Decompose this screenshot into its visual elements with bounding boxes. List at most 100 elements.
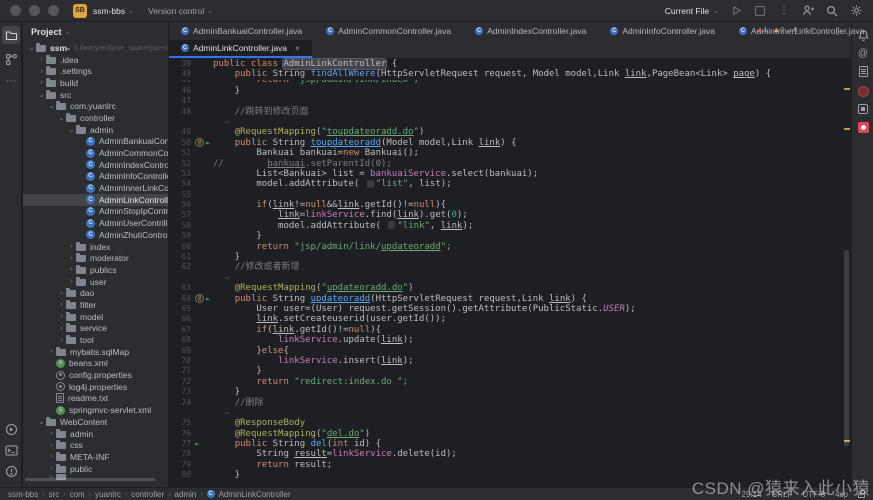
problems-toolwindow-icon[interactable]: [2, 462, 20, 480]
breadcrumb-item[interactable]: com: [70, 490, 85, 499]
tree-item-controller[interactable]: ⌄controller: [23, 112, 168, 124]
code-line[interactable]: 73 }: [169, 387, 851, 397]
request-mapping-gutter-icon[interactable]: @: [195, 138, 204, 147]
read-only-lock-icon[interactable]: [858, 493, 865, 498]
chevron-collapsed-icon[interactable]: ›: [57, 337, 66, 344]
tree-item-css[interactable]: ›css: [23, 439, 168, 451]
chevron-expanded-icon[interactable]: ⌄: [47, 102, 56, 110]
tree-item--idea[interactable]: ›.idea: [23, 54, 168, 66]
code-line[interactable]: 49 @RequestMapping("toupdateoradd.do"): [169, 127, 851, 137]
tree-item-admin[interactable]: ⌄admin: [23, 124, 168, 136]
run-gutter-icon[interactable]: ►: [195, 439, 199, 449]
editor-tab[interactable]: AdminIndexController.java: [463, 22, 598, 40]
code-line[interactable]: 76 @RequestMapping("del.do"): [169, 429, 851, 439]
chevron-expanded-icon[interactable]: ⌄: [57, 114, 66, 122]
tree-item-springmvc-servlet-xml[interactable]: springmvc-servlet.xml: [23, 404, 168, 416]
terminal-toolwindow-icon[interactable]: [2, 441, 20, 459]
code-line[interactable]: 80 }: [169, 470, 851, 480]
chevron-collapsed-icon[interactable]: ›: [67, 255, 76, 262]
chevron-expanded-icon[interactable]: ⌄: [37, 418, 46, 426]
tree-item-admininnerlinkcontroller[interactable]: AdminInnerLinkController: [23, 182, 168, 194]
project-toolwindow-icon[interactable]: [2, 26, 20, 44]
tree-item-log4j-properties[interactable]: log4j.properties: [23, 381, 168, 393]
code-line[interactable]: 56 if(link!=null&&link.getId()!=null){: [169, 200, 851, 210]
tree-item-adminlinkcontroller[interactable]: AdminLinkController: [23, 194, 168, 206]
tree-item-adminbankuaicontroller[interactable]: AdminBankuaiController: [23, 136, 168, 148]
chevron-collapsed-icon[interactable]: ›: [67, 266, 76, 273]
code-line[interactable]: 62 //修改或者新增: [169, 262, 851, 272]
code-line[interactable]: 58 model.addAttribute( "link", link);: [169, 221, 851, 231]
tree-item-moderator[interactable]: ›moderator: [23, 252, 168, 264]
tree-item-index[interactable]: ›index: [23, 241, 168, 253]
tree-item-beans-xml[interactable]: beans.xml: [23, 358, 168, 370]
tree-item-webcontent[interactable]: ⌄WebContent: [23, 416, 168, 428]
run-configuration-selector[interactable]: Current File: [665, 6, 709, 16]
more-toolwindows-icon[interactable]: ⋯: [2, 72, 20, 90]
chevron-collapsed-icon[interactable]: ›: [47, 348, 56, 355]
tree-item-adminindexcontroller[interactable]: AdminIndexController: [23, 159, 168, 171]
ai-assistant-icon[interactable]: @: [854, 44, 872, 62]
project-menu[interactable]: ssm-bbs: [93, 6, 125, 16]
code-line[interactable]: 69 }else{: [169, 346, 851, 356]
code-line[interactable]: 53 List<Bankuai> list = bankuaiService.s…: [169, 169, 851, 179]
code-line[interactable]: 70 linkService.insert(link);: [169, 356, 851, 366]
tree-item-dao[interactable]: ›dao: [23, 287, 168, 299]
code-editor[interactable]: 39public class AdminLinkController {40 p…: [169, 58, 851, 487]
chevron-collapsed-icon[interactable]: ›: [57, 313, 66, 320]
chevron-collapsed-icon[interactable]: ›: [37, 56, 46, 63]
code-line[interactable]: 72 return "redirect:index.do ";: [169, 377, 851, 387]
run-gutter-icon[interactable]: ►: [206, 138, 210, 148]
settings-gear-icon[interactable]: [849, 4, 863, 18]
chevron-expanded-icon[interactable]: ⌄: [37, 91, 46, 99]
code-line[interactable]: 77► public String del(int id) {: [169, 439, 851, 449]
tree-item-meta-inf[interactable]: ›META-INF: [23, 451, 168, 463]
tree-item-publics[interactable]: ›publics: [23, 264, 168, 276]
tree-item-config-properties[interactable]: config.properties: [23, 369, 168, 381]
tree-horizontal-scrollbar[interactable]: [25, 478, 155, 481]
tree-item-ssm-bbs[interactable]: ⌄ssm-bbs/Library/eclipse_space/jsp+s: [23, 42, 168, 54]
code-line[interactable]: 54 model.addAttribute( "list", list);: [169, 179, 851, 189]
request-mapping-gutter-icon[interactable]: @: [195, 294, 204, 303]
code-line[interactable]: 61 }: [169, 252, 851, 262]
tree-item-tool[interactable]: ›tool: [23, 334, 168, 346]
commit-toolwindow-icon[interactable]: [2, 50, 20, 68]
window-minimize-button[interactable]: [29, 5, 40, 16]
tree-item-admin[interactable]: ›admin: [23, 428, 168, 440]
tree-item-com-yuanlrc[interactable]: ⌄com.yuanlrc: [23, 100, 168, 112]
chevron-collapsed-icon[interactable]: ›: [47, 430, 56, 437]
tab-adminlinkcontroller[interactable]: AdminLinkController.java ×: [169, 40, 312, 58]
tree-item-mybatis-sqlmap[interactable]: ›mybatis.sqlMap: [23, 346, 168, 358]
vcs-menu[interactable]: Version control: [148, 6, 204, 16]
tree-item-admininfocontroller[interactable]: AdminInfoController: [23, 171, 168, 183]
file-encoding[interactable]: UTF-8: [802, 490, 825, 499]
tree-item-adminusercontriller[interactable]: AdminUserContriller: [23, 217, 168, 229]
code-inlay-row[interactable]: ⋯: [169, 273, 851, 283]
code-line[interactable]: 67 if(link.getId()!=null){: [169, 325, 851, 335]
tree-item-src[interactable]: ⌄src: [23, 89, 168, 101]
tree-item-service[interactable]: ›service: [23, 323, 168, 335]
code-line[interactable]: 40 public String findAllWhere(HttpServle…: [169, 69, 851, 79]
code-line[interactable]: 59 }: [169, 231, 851, 241]
code-inlay-row[interactable]: ⋯: [169, 117, 851, 127]
tree-item-admincommoncontroller[interactable]: AdminCommonController: [23, 147, 168, 159]
more-actions-button[interactable]: ⋮: [777, 4, 791, 18]
chevron-collapsed-icon[interactable]: ›: [67, 243, 76, 250]
inspections-widget[interactable]: ▲1 ▲3 ~6 ∧∨: [756, 25, 817, 34]
code-line[interactable]: 68 linkService.update(link);: [169, 335, 851, 345]
code-line[interactable]: 66 link.setCreateuserid(user.getId());: [169, 314, 851, 324]
chevron-collapsed-icon[interactable]: ›: [47, 442, 56, 449]
breadcrumb-item-class[interactable]: AdminLinkController: [219, 490, 291, 499]
code-line[interactable]: 39public class AdminLinkController {: [169, 59, 851, 69]
window-zoom-button[interactable]: [48, 5, 59, 16]
tab-options-kebab-icon[interactable]: ⋮: [833, 26, 843, 37]
line-ending[interactable]: CRLF: [772, 490, 793, 499]
code-line[interactable]: 78 String result=linkService.delete(id);: [169, 449, 851, 459]
tree-item-public[interactable]: ›public: [23, 463, 168, 475]
caret-position[interactable]: 29:14: [742, 490, 762, 499]
tree-item-user[interactable]: ›user: [23, 276, 168, 288]
tree-item-readme-txt[interactable]: readme.txt: [23, 393, 168, 405]
code-with-me-icon[interactable]: [801, 4, 815, 18]
tree-item-filter[interactable]: ›filter: [23, 299, 168, 311]
search-everywhere-icon[interactable]: [825, 4, 839, 18]
run-gutter-icon[interactable]: ►: [206, 294, 210, 304]
